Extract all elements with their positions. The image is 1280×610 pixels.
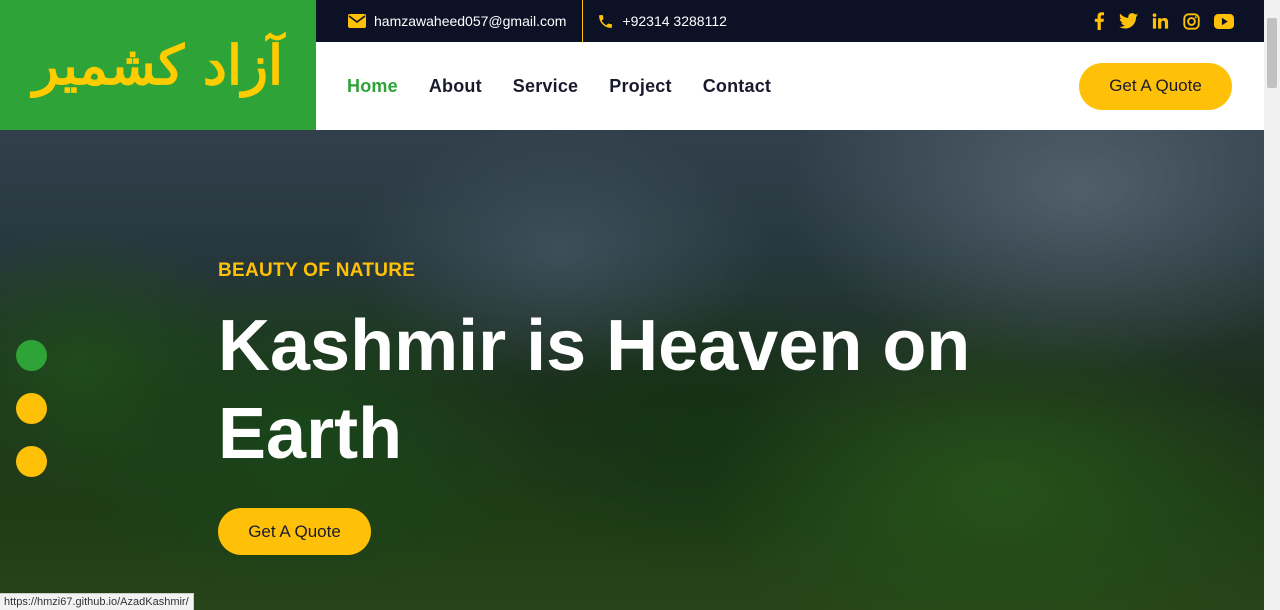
nav-home[interactable]: Home bbox=[347, 76, 398, 97]
scrollbar[interactable] bbox=[1264, 0, 1280, 610]
twitter-icon[interactable] bbox=[1119, 13, 1138, 29]
nav-project[interactable]: Project bbox=[609, 76, 671, 97]
phone-icon bbox=[597, 13, 614, 30]
email-contact[interactable]: hamzawaheed057@gmail.com bbox=[316, 0, 584, 42]
hero-get-quote-button[interactable]: Get A Quote bbox=[218, 508, 371, 555]
nav-service[interactable]: Service bbox=[513, 76, 578, 97]
nav-get-quote-button[interactable]: Get A Quote bbox=[1079, 62, 1232, 110]
top-contact-bar: hamzawaheed057@gmail.com +92314 3288112 bbox=[316, 0, 1264, 42]
carousel-dot-1[interactable] bbox=[16, 340, 47, 371]
nav-about[interactable]: About bbox=[429, 76, 482, 97]
hero-content: BEAUTY OF NATURE Kashmir is Heaven on Ea… bbox=[218, 260, 978, 555]
nav-contact[interactable]: Contact bbox=[703, 76, 771, 97]
phone-contact[interactable]: +92314 3288112 bbox=[583, 0, 742, 42]
phone-text: +92314 3288112 bbox=[622, 13, 727, 29]
carousel-dot-3[interactable] bbox=[16, 446, 47, 477]
status-bar-url: https://hmzi67.github.io/AzadKashmir/ bbox=[0, 593, 194, 610]
facebook-icon[interactable] bbox=[1093, 12, 1105, 30]
instagram-icon[interactable] bbox=[1183, 12, 1200, 30]
envelope-icon bbox=[348, 14, 366, 28]
carousel-indicators bbox=[16, 340, 47, 477]
carousel-dot-2[interactable] bbox=[16, 393, 47, 424]
email-text: hamzawaheed057@gmail.com bbox=[374, 13, 567, 29]
social-links bbox=[1093, 12, 1264, 30]
youtube-icon[interactable] bbox=[1214, 13, 1234, 29]
logo[interactable]: آزاد کشمیر bbox=[0, 0, 316, 130]
main-navigation: Home About Service Project Contact Get A… bbox=[316, 42, 1264, 130]
linkedin-icon[interactable] bbox=[1152, 13, 1169, 29]
hero-banner: BEAUTY OF NATURE Kashmir is Heaven on Ea… bbox=[0, 130, 1264, 610]
hero-kicker: BEAUTY OF NATURE bbox=[218, 260, 416, 281]
hero-title: Kashmir is Heaven on Earth bbox=[218, 306, 971, 474]
scrollbar-thumb[interactable] bbox=[1267, 18, 1277, 88]
logo-text: آزاد کشمیر bbox=[32, 33, 284, 97]
nav-links: Home About Service Project Contact bbox=[347, 76, 771, 97]
